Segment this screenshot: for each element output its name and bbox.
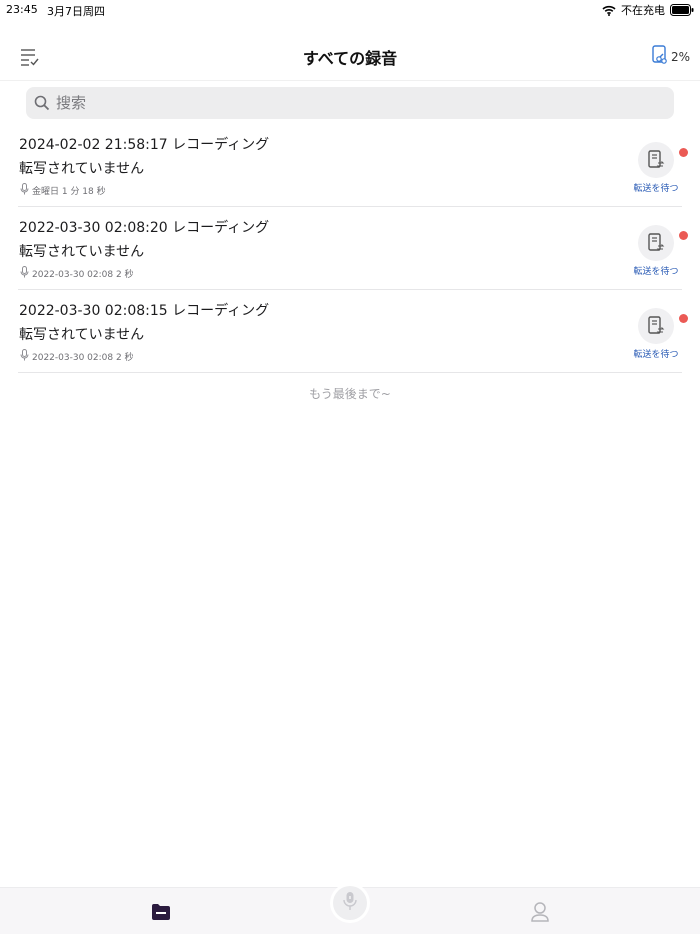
recording-meta: 2022-03-30 02:08 2 秒 — [20, 266, 134, 281]
transcription-status: 転写されていません — [19, 327, 145, 343]
document-link-icon — [652, 45, 668, 69]
search-bar[interactable] — [26, 87, 674, 119]
transfer-button[interactable]: 転送を待つ — [630, 142, 688, 194]
recording-meta: 金曜日 1 分 18 秒 — [20, 183, 106, 198]
status-bar: 23:45 3月7日周四 不在充电 — [0, 0, 700, 20]
tab-profile-icon[interactable] — [530, 901, 550, 923]
status-date: 3月7日周四 — [47, 5, 105, 18]
unread-dot — [679, 314, 688, 323]
list-end-text: もう最後まで~ — [309, 387, 391, 401]
transfer-label: 転送を待つ — [633, 267, 679, 277]
transfer-button[interactable]: 転送を待つ — [630, 308, 688, 360]
storage-indicator[interactable]: 2% — [652, 45, 690, 69]
recording-meta: 2022-03-30 02:08 2 秒 — [20, 349, 134, 364]
transcription-status: 転写されていません — [19, 244, 145, 260]
nav-bar: すべての録音 2% — [0, 36, 700, 81]
status-right: 不在充电 — [602, 2, 694, 18]
transfer-button[interactable]: 転送を待つ — [630, 225, 688, 277]
recording-meta-text: 2022-03-30 02:08 2 秒 — [32, 353, 134, 363]
recording-title: 2024-02-02 21:58:17 レコーディング — [19, 137, 270, 153]
recording-item[interactable]: 2022-03-30 02:08:20 レコーディング 転写されていません 20… — [18, 207, 688, 290]
transfer-document-icon — [638, 225, 674, 261]
status-time: 23:45 — [6, 3, 38, 16]
microphone-icon — [20, 349, 29, 364]
unread-dot — [679, 231, 688, 240]
transfer-label: 転送を待つ — [633, 350, 679, 360]
recording-meta-text: 2022-03-30 02:08 2 秒 — [32, 270, 134, 280]
recording-meta-text: 金曜日 1 分 18 秒 — [32, 187, 106, 197]
microphone-icon — [20, 266, 29, 281]
tab-files-icon[interactable] — [150, 902, 172, 922]
tab-bar — [0, 886, 700, 934]
charging-status: 不在充电 — [621, 4, 665, 17]
page-title: すべての録音 — [302, 49, 398, 68]
storage-percent: 2% — [670, 50, 690, 64]
transcription-status: 転写されていません — [19, 161, 145, 177]
battery-icon — [670, 4, 694, 16]
wifi-icon — [602, 5, 616, 16]
microphone-icon — [20, 183, 29, 198]
transfer-document-icon — [638, 308, 674, 344]
recording-title: 2022-03-30 02:08:15 レコーディング — [19, 303, 270, 319]
recording-title: 2022-03-30 02:08:20 レコーディング — [19, 220, 270, 236]
recording-item[interactable]: 2022-03-30 02:08:15 レコーディング 転写されていません 20… — [18, 290, 688, 373]
recording-item[interactable]: 2024-02-02 21:58:17 レコーディング 転写されていません 金曜… — [18, 124, 688, 207]
microphone-icon — [343, 891, 357, 915]
transfer-document-icon — [638, 142, 674, 178]
unread-dot — [679, 148, 688, 157]
search-icon — [34, 95, 50, 111]
tab-record-button[interactable] — [333, 886, 367, 920]
screen: 23:45 3月7日周四 不在充电 すべての録音 2% 搜索 2024-02-0… — [0, 0, 700, 934]
transfer-label: 転送を待つ — [633, 184, 679, 194]
recording-list: 2024-02-02 21:58:17 レコーディング 転写されていません 金曜… — [0, 124, 700, 373]
search-input[interactable] — [54, 93, 638, 113]
